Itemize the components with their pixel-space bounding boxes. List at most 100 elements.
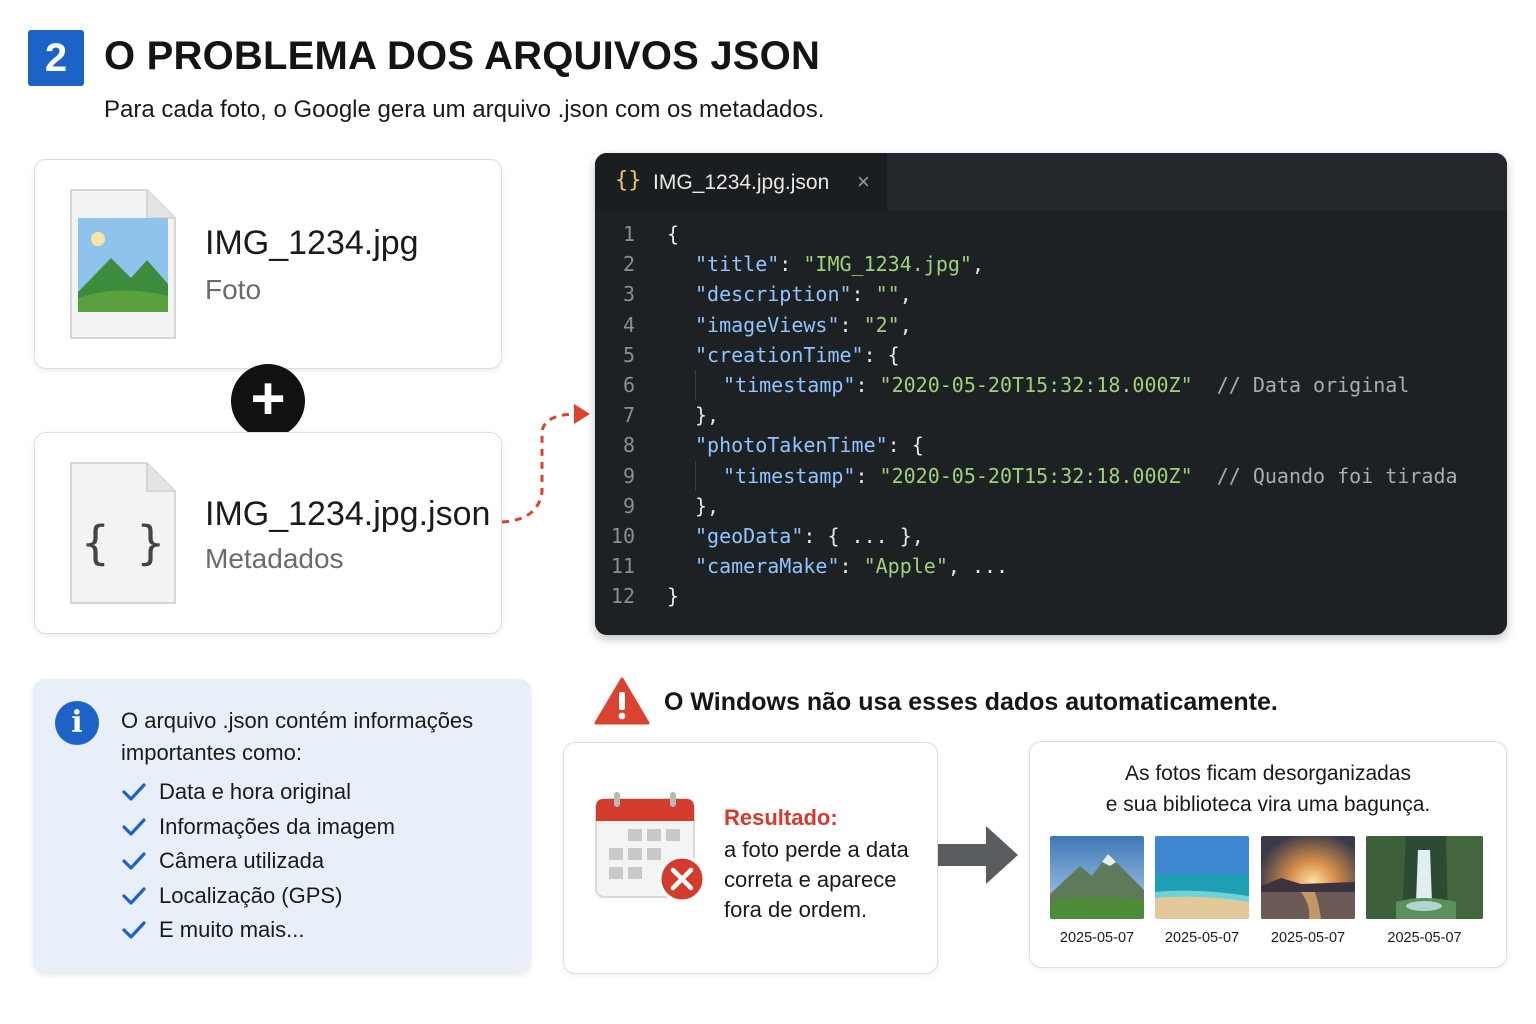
json-key: "imageViews" — [695, 312, 840, 337]
json-punctuation: }, — [695, 493, 720, 518]
json-punctuation: : — [855, 372, 880, 397]
json-key: "cameraMake" — [695, 554, 840, 579]
json-punctuation: { — [887, 342, 900, 367]
json-value: "IMG_1234.jpg" — [803, 252, 972, 277]
json-value: "Apple" — [863, 554, 948, 579]
beach-photo-thumbnail — [1155, 836, 1249, 919]
json-comment: // Quando foi tirada — [1216, 463, 1458, 488]
check-icon — [122, 921, 146, 939]
warning-icon — [594, 677, 650, 725]
json-key: "photoTakenTime" — [695, 433, 888, 458]
close-icon[interactable]: × — [857, 169, 870, 195]
sunset-photo-thumbnail — [1261, 836, 1355, 919]
info-icon: i — [55, 701, 99, 745]
line-number: 10 — [610, 523, 635, 548]
json-punctuation: , — [899, 282, 912, 307]
json-key: "description" — [695, 282, 852, 307]
line-number: 7 — [622, 403, 635, 428]
page-title: O PROBLEMA DOS ARQUIVOS JSON — [104, 34, 821, 78]
warning-text: O Windows não usa esses dados automatica… — [664, 688, 1278, 716]
json-punctuation: { — [667, 222, 680, 246]
json-punctuation: : — [839, 554, 864, 579]
mountain-photo-thumbnail — [1050, 836, 1144, 919]
line-number: 1 — [622, 222, 635, 246]
json-punctuation: : — [839, 312, 864, 337]
json-braces-icon: {} — [615, 168, 642, 193]
code-line: 5 "creationTime": { — [595, 340, 1507, 370]
json-value: "2020-05-20T15:32:18.000Z" — [879, 372, 1193, 397]
plus-icon: + — [231, 364, 305, 438]
json-key: "creationTime" — [695, 342, 864, 367]
json-comment: // Data original — [1216, 372, 1410, 397]
gallery-card: As fotos ficam desorganizadas e sua bibl… — [1029, 741, 1507, 968]
page-subtitle: Para cada foto, o Google gera um arquivo… — [104, 96, 825, 123]
photo-date: 2025-05-07 — [1387, 930, 1462, 946]
json-value: "" — [875, 282, 900, 307]
check-icon — [122, 887, 146, 905]
photo-file-type: Foto — [205, 274, 262, 305]
line-number: 2 — [622, 252, 635, 277]
json-punctuation: , ... — [947, 554, 1009, 579]
line-number: 11 — [610, 554, 635, 579]
code-line: 8 "photoTakenTime": { — [595, 430, 1507, 460]
dashed-arrow-icon — [501, 404, 590, 524]
line-number: 9 — [622, 463, 635, 488]
photo-file-name: IMG_1234.jpg — [205, 224, 419, 262]
photo-date: 2025-05-07 — [1059, 930, 1135, 946]
check-icon — [122, 852, 146, 870]
svg-text:{ }: { } — [81, 516, 164, 570]
code-line: 12} — [595, 581, 1507, 611]
result-body: a foto perde a data correta e aparece fo… — [724, 837, 909, 922]
json-value: "2" — [863, 312, 900, 337]
json-file-name: IMG_1234.jpg.json — [205, 495, 491, 533]
list-item: Data e hora original — [121, 775, 395, 810]
code-line: 7}, — [595, 400, 1507, 430]
result-title: Resultado: — [724, 805, 838, 830]
line-number: 5 — [622, 342, 635, 367]
editor-tab[interactable]: {} IMG_1234.jpg.json × — [595, 153, 887, 211]
check-icon — [122, 783, 146, 801]
json-punctuation: : — [855, 463, 880, 488]
code-line: 2 "title": "IMG_1234.jpg", — [595, 249, 1507, 279]
result-card: Resultado: a foto perde a data correta e… — [563, 742, 938, 974]
json-punctuation: }, — [695, 403, 720, 428]
json-punctuation: { ... }, — [827, 523, 924, 548]
line-number: 8 — [622, 433, 635, 458]
calendar-error-icon — [595, 792, 706, 903]
code-line: 6 "timestamp": "2020-05-20T15:32:18.000Z"… — [595, 370, 1507, 400]
list-item: Informações da imagem — [121, 810, 395, 845]
line-number: 3 — [622, 282, 635, 307]
code-line: 9}, — [595, 491, 1507, 521]
photo-date: 2025-05-07 — [1270, 930, 1346, 946]
json-key: "timestamp" — [723, 372, 856, 397]
list-item: E muito mais... — [121, 913, 395, 948]
json-punctuation: : — [779, 252, 804, 277]
step-number-badge: 2 — [28, 30, 84, 86]
json-value: "2020-05-20T15:32:18.000Z" — [879, 463, 1193, 488]
info-box: i O arquivo .json contém informações imp… — [33, 679, 531, 974]
list-item: Câmera utilizada — [121, 844, 395, 879]
json-punctuation: , — [971, 252, 985, 277]
line-number: 9 — [622, 493, 635, 518]
photo-date: 2025-05-07 — [1164, 930, 1240, 946]
json-file-card: { } IMG_1234.jpg.json Metadados — [34, 432, 502, 634]
json-key: "title" — [695, 252, 780, 277]
code-line: 11 "cameraMake": "Apple", ... — [595, 551, 1507, 581]
json-punctuation: { — [911, 433, 924, 458]
code-line: 10 "geoData": { ... }, — [595, 521, 1507, 551]
arrow-right-icon — [938, 826, 1018, 884]
code-line: 3 "description": "", — [595, 279, 1507, 309]
line-number: 12 — [610, 584, 635, 609]
editor-tab-label: IMG_1234.jpg.json — [653, 171, 830, 194]
code-line: 1{ — [595, 219, 1507, 249]
json-code-editor: {} IMG_1234.jpg.json × 1{2 "title": "IMG_… — [595, 153, 1507, 635]
gallery-caption: As fotos ficam desorganizadas e sua bibl… — [1105, 762, 1431, 816]
json-key: "timestamp" — [723, 463, 856, 488]
json-punctuation: : — [851, 282, 876, 307]
json-punctuation: : — [803, 523, 828, 548]
json-punctuation: : — [863, 342, 888, 367]
json-file-type: Metadados — [205, 543, 344, 574]
code-line: 4 "imageViews": "2", — [595, 310, 1507, 340]
json-key: "geoData" — [695, 523, 804, 548]
list-item: Localização (GPS) — [121, 879, 395, 914]
